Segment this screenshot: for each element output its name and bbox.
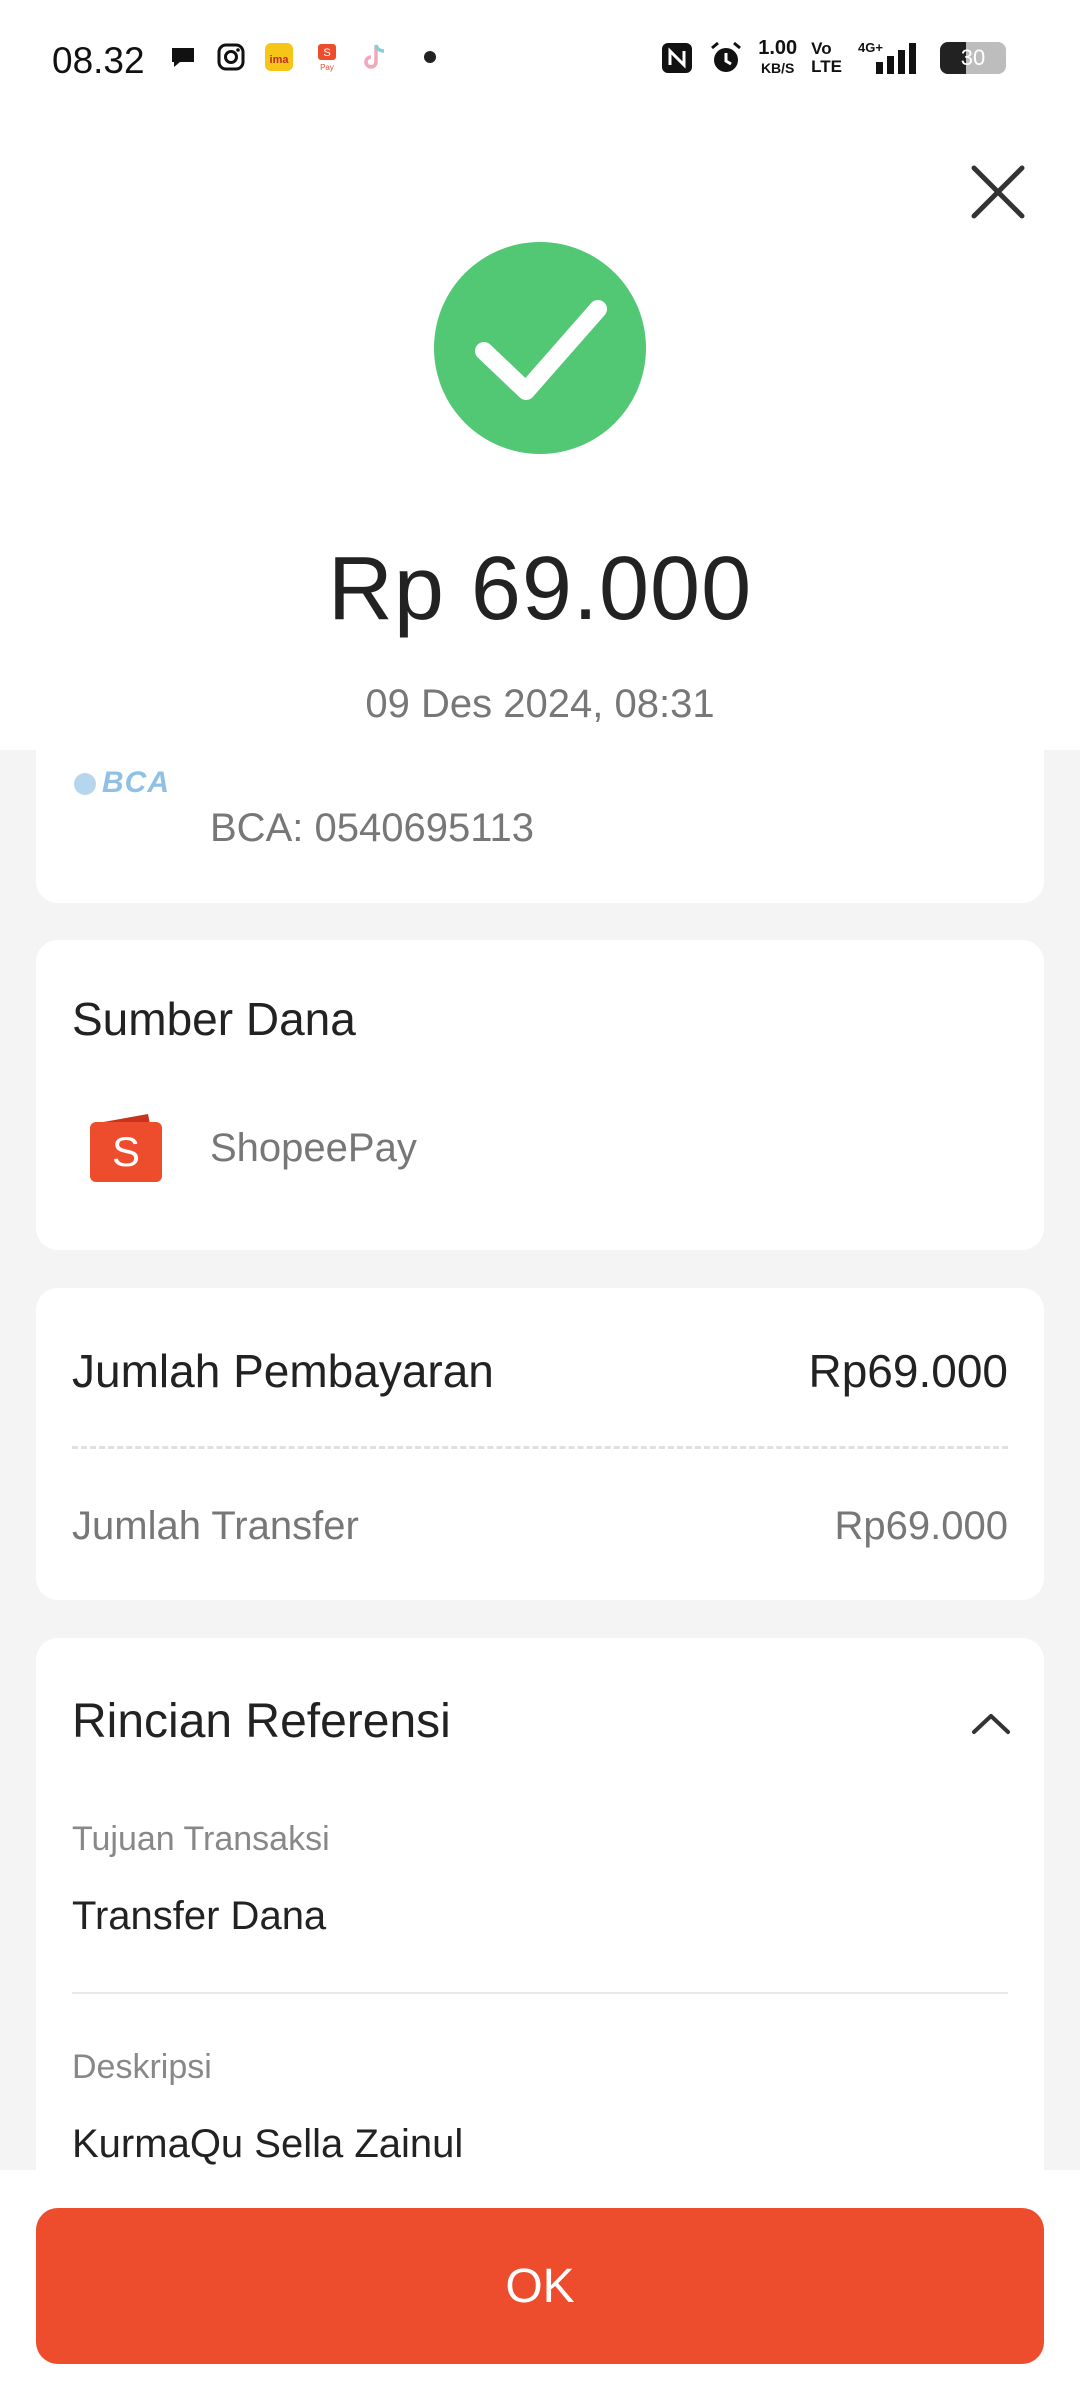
ok-button[interactable]: OK — [36, 2208, 1044, 2364]
source-name: ShopeePay — [210, 1126, 417, 1170]
shopeepay-wallet-icon: S — [90, 1114, 162, 1182]
purpose-label: Tujuan Transaksi — [72, 1820, 330, 1858]
source-title: Sumber Dana — [72, 993, 356, 1045]
dashed-divider — [72, 1446, 1008, 1449]
reference-title: Rincian Referensi — [72, 1695, 451, 1748]
message-icon — [172, 48, 194, 67]
description-value: KurmaQu Sella Zainul — [72, 2122, 464, 2166]
bottom-action-bar: OK — [0, 2170, 1080, 2400]
recipient-account: BCA: 0540695113 — [210, 806, 534, 850]
transaction-datetime: 09 Des 2024, 08:31 — [365, 682, 715, 726]
payment-total-label: Jumlah Pembayaran — [72, 1345, 494, 1397]
success-header: Rp 69.000 09 Des 2024, 08:31 — [0, 120, 1080, 750]
tiktok-icon — [364, 44, 385, 69]
ima-app-icon: ima — [265, 43, 293, 71]
purpose-value: Transfer Dana — [72, 1894, 327, 1938]
transaction-success-screen: 08.32 ima S Pay 1.00KB/S VoLTE 4G+ 30 — [0, 0, 1080, 2400]
svg-text:4G+: 4G+ — [858, 40, 883, 55]
source-of-funds-card: Sumber Dana S ShopeePay — [36, 940, 1044, 1250]
success-check-icon — [434, 242, 646, 454]
svg-text:Pay: Pay — [320, 63, 334, 72]
net-speed: 1.00 KB/S — [758, 37, 798, 76]
description-label: Deskripsi — [72, 2048, 212, 2086]
status-time: 08.32 — [52, 40, 145, 81]
transfer-amount-value: Rp69.000 — [834, 1504, 1008, 1548]
chevron-up-icon[interactable] — [968, 1708, 1014, 1738]
shopeepay-icon: S Pay — [318, 44, 336, 72]
svg-text:ima: ima — [270, 54, 290, 66]
reference-divider — [72, 1992, 1008, 1994]
battery-icon: 30 — [940, 42, 1006, 74]
bca-logo: BCA — [74, 766, 170, 800]
more-notifications-dot — [424, 51, 436, 63]
payment-total-value: Rp69.000 — [808, 1345, 1009, 1397]
signal-icon: 4G+ — [858, 40, 916, 74]
svg-text:S: S — [112, 1128, 140, 1175]
svg-text:S: S — [323, 47, 330, 59]
payment-summary-card: Jumlah Pembayaran Rp69.000 Jumlah Transf… — [36, 1288, 1044, 1600]
transaction-amount: Rp 69.000 — [327, 539, 753, 639]
alarm-icon — [711, 41, 742, 72]
notification-icons: ima S Pay — [168, 42, 436, 72]
system-icons: 1.00 KB/S Vo LTE 4G+ 30 — [660, 38, 1006, 78]
transfer-amount-label: Jumlah Transfer — [72, 1504, 359, 1548]
close-icon[interactable] — [966, 160, 1030, 224]
status-bar: 08.32 ima S Pay 1.00 KB/S Vo LTE 4G+ 30 — [0, 0, 1080, 120]
instagram-icon — [217, 43, 245, 71]
volte-indicator: Vo LTE — [811, 39, 842, 76]
nfc-icon — [662, 43, 693, 73]
